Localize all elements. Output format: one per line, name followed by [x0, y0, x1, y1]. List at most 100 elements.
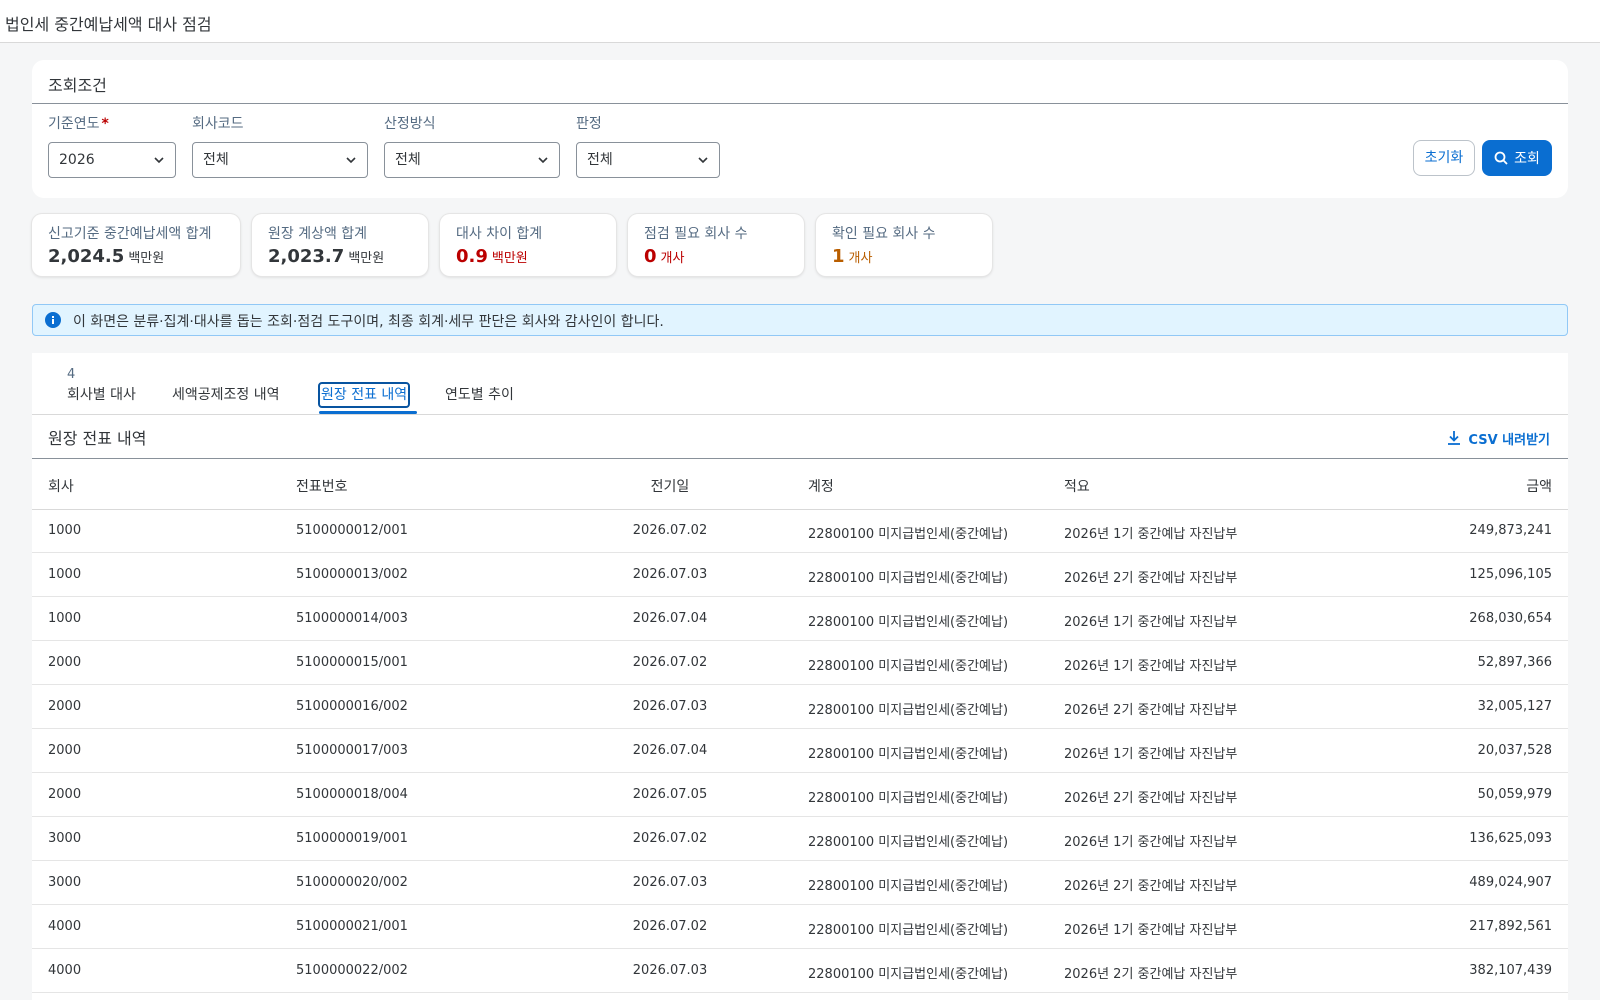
reset-button[interactable]: 초기화 — [1413, 140, 1475, 176]
csv-download-label: CSV 내려받기 — [1468, 432, 1550, 448]
cell-amount: 489,024,907 — [1469, 875, 1552, 890]
cell-description: 2026년 1기 중간예납 자진납부 — [1064, 615, 1238, 630]
table-row[interactable]: 2000 5100000015/001 2026.07.02 22800100 미지급… — [32, 641, 1568, 685]
cell-description: 2026년 1기 중간예납 자진납부 — [1064, 747, 1238, 762]
cell-account: 22800100 미지급법인세(중간예납) — [808, 615, 1009, 630]
kpi-declared-total: 신고기준 중간예납세액 합계 2,024.5 백만원 — [32, 214, 240, 276]
kpi-unit: 백만원 — [128, 251, 165, 266]
kpi-label: 원장 계상액 합계 — [268, 226, 368, 242]
cell-doc-number: 5100000017/003 — [296, 743, 408, 758]
kpi-label: 확인 필요 회사 수 — [832, 226, 936, 242]
table-row[interactable]: 4000 5100000022/002 2026.07.03 22800100 미지급… — [32, 949, 1568, 993]
cell-posting-date: 2026.07.02 — [632, 919, 708, 934]
tab-ledger-entries[interactable]: 원장 전표 내역 — [317, 382, 411, 408]
cell-description: 2026년 1기 중간예납 자진납부 — [1064, 923, 1238, 938]
cell-posting-date: 2026.07.04 — [632, 611, 708, 626]
field-year: 기준연도 * 2026 — [48, 114, 176, 178]
judgement-select[interactable]: 전체 — [576, 142, 720, 178]
cell-doc-number: 5100000021/001 — [296, 919, 408, 934]
cell-amount: 50,059,979 — [1477, 787, 1552, 802]
info-icon — [45, 312, 61, 328]
method-select-value: 전체 — [395, 152, 421, 168]
kpi-value: 2,024.5 — [48, 246, 125, 267]
cell-amount: 268,030,654 — [1469, 611, 1552, 626]
table-row[interactable]: 1000 5100000013/002 2026.07.03 22800100 미지급… — [32, 553, 1568, 597]
cell-posting-date: 2026.07.05 — [632, 787, 708, 802]
table-row[interactable]: 3000 5100000020/002 2026.07.03 22800100 미지급… — [32, 861, 1568, 905]
kpi-value: 2,023.7 — [268, 246, 345, 267]
cell-description: 2026년 1기 중간예납 자진납부 — [1064, 835, 1238, 850]
cell-amount: 249,873,241 — [1469, 523, 1552, 538]
tab-bar: 4 회사별 대사 세액공제조정 내역 원장 전표 내역 연도별 추이 — [32, 353, 1568, 415]
cell-account: 22800100 미지급법인세(중간예납) — [808, 571, 1009, 586]
cell-account: 22800100 미지급법인세(중간예납) — [808, 747, 1009, 762]
cell-account: 22800100 미지급법인세(중간예납) — [808, 791, 1009, 806]
tab-yearly-trend[interactable]: 연도별 추이 — [445, 383, 514, 407]
cell-description: 2026년 1기 중간예납 자진납부 — [1064, 527, 1238, 542]
cell-company: 2000 — [48, 655, 82, 670]
column-header-amount[interactable]: 금액 — [1432, 476, 1552, 496]
app-title: 법인세 중간예납세액 대사 점검 — [5, 15, 212, 34]
chevron-down-icon — [346, 157, 356, 164]
cell-amount: 52,897,366 — [1477, 655, 1552, 670]
chevron-down-icon — [698, 157, 708, 164]
cell-doc-number: 5100000022/002 — [296, 963, 408, 978]
cell-posting-date: 2026.07.03 — [632, 567, 708, 582]
table-row[interactable]: 2000 5100000017/003 2026.07.04 22800100 미지급… — [32, 729, 1568, 773]
field-year-label: 기준연도 — [48, 116, 100, 132]
cell-posting-date: 2026.07.03 — [632, 875, 708, 890]
cell-company: 1000 — [48, 611, 82, 626]
kpi-difference-total: 대사 차이 합계 0.9 백만원 — [440, 214, 616, 276]
cell-doc-number: 5100000019/001 — [296, 831, 408, 846]
kpi-unit: 개사 — [848, 251, 873, 266]
company-select[interactable]: 전체 — [192, 142, 368, 178]
cell-amount: 32,005,127 — [1477, 699, 1552, 714]
field-company: 회사코드 전체 — [192, 114, 368, 178]
cell-posting-date: 2026.07.04 — [632, 743, 708, 758]
info-message-text: 이 화면은 분류·집계·대사를 돕는 조회·점검 도구이며, 최종 회계·세무 … — [73, 314, 664, 330]
search-button[interactable]: 조회 — [1482, 140, 1552, 176]
company-select-value: 전체 — [203, 152, 229, 168]
field-judgement-label: 판정 — [576, 116, 602, 132]
tab-selected-indicator — [319, 411, 417, 414]
shell-bar: 법인세 중간예납세액 대사 점검 — [0, 0, 1600, 43]
field-judgement: 판정 전체 — [576, 114, 720, 178]
kpi-unit: 개사 — [660, 251, 685, 266]
table-row[interactable]: 2000 5100000016/002 2026.07.03 22800100 미지급… — [32, 685, 1568, 729]
field-method: 산정방식 전체 — [384, 114, 560, 178]
table-row[interactable]: 3000 5100000019/001 2026.07.02 22800100 미지급… — [32, 817, 1568, 861]
column-header-description[interactable]: 적요 — [1064, 476, 1090, 496]
kpi-ledger-total: 원장 계상액 합계 2,023.7 백만원 — [252, 214, 428, 276]
tab-tax-credit-adjustment[interactable]: 세액공제조정 내역 — [172, 383, 280, 407]
column-header-company[interactable]: 회사 — [48, 476, 74, 496]
column-header-doc-number[interactable]: 전표번호 — [296, 476, 348, 496]
required-marker: * — [101, 116, 109, 132]
csv-download-button[interactable]: CSV 내려받기 — [1446, 427, 1550, 449]
method-select[interactable]: 전체 — [384, 142, 560, 178]
ledger-table-panel: 원장 전표 내역 CSV 내려받기 회사 전표번호 전기일 계정 적요 금액 1… — [32, 415, 1568, 1000]
cell-company: 2000 — [48, 787, 82, 802]
cell-company: 3000 — [48, 875, 82, 890]
chevron-down-icon — [154, 157, 164, 164]
table-row[interactable]: 1000 5100000012/001 2026.07.02 22800100 미지급… — [32, 509, 1568, 553]
kpi-unit: 백만원 — [348, 251, 385, 266]
year-select-value: 2026 — [59, 152, 95, 168]
cell-account: 22800100 미지급법인세(중간예납) — [808, 879, 1009, 894]
tab-company-reconciliation[interactable]: 회사별 대사 — [67, 383, 136, 407]
cell-company: 3000 — [48, 831, 82, 846]
kpi-label: 점검 필요 회사 수 — [644, 226, 748, 242]
filter-panel-title: 조회조건 — [48, 76, 107, 95]
cell-amount: 136,625,093 — [1469, 831, 1552, 846]
kpi-label: 신고기준 중간예납세액 합계 — [48, 226, 212, 242]
table-title: 원장 전표 내역 — [48, 429, 147, 448]
table-row[interactable]: 4000 5100000021/001 2026.07.02 22800100 미지급… — [32, 905, 1568, 949]
column-header-posting-date[interactable]: 전기일 — [620, 476, 720, 496]
table-row[interactable]: 1000 5100000014/003 2026.07.04 22800100 미지급… — [32, 597, 1568, 641]
table-row[interactable]: 2000 5100000018/004 2026.07.05 22800100 미지급… — [32, 773, 1568, 817]
kpi-value: 1 — [832, 246, 845, 267]
info-message-strip: 이 화면은 분류·집계·대사를 돕는 조회·점검 도구이며, 최종 회계·세무 … — [32, 304, 1568, 336]
year-select[interactable]: 2026 — [48, 142, 176, 178]
cell-posting-date: 2026.07.02 — [632, 655, 708, 670]
column-header-account[interactable]: 계정 — [808, 476, 834, 496]
cell-account: 22800100 미지급법인세(중간예납) — [808, 923, 1009, 938]
